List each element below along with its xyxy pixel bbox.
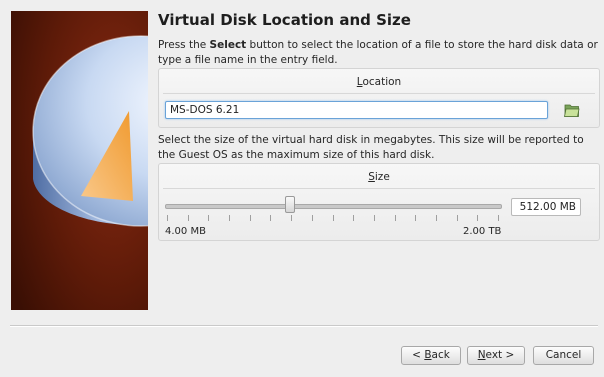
hard-disk-illustration	[11, 11, 148, 310]
page-title: Virtual Disk Location and Size	[158, 11, 411, 29]
cancel-button[interactable]: Cancel	[533, 346, 594, 365]
button-bar-divider	[10, 325, 598, 327]
location-header-divider	[163, 93, 595, 94]
slider-tick	[270, 215, 272, 221]
slider-tick	[394, 215, 396, 221]
next-button-suffix: ext >	[485, 349, 515, 361]
slider-tick	[167, 215, 168, 221]
size-group-header: Size	[159, 171, 599, 183]
size-min-label: 4.00 MB	[165, 226, 206, 237]
size-value-field[interactable]: 512.00 MB	[511, 198, 581, 216]
slider-tick	[208, 215, 210, 221]
size-max-label: 2.00 TB	[463, 226, 502, 237]
size-header-suffix: ize	[374, 171, 390, 183]
size-description: Select the size of the virtual hard disk…	[158, 134, 584, 161]
back-button-suffix: ack	[431, 349, 450, 361]
size-slider-handle[interactable]	[284, 196, 295, 213]
slider-tick	[353, 215, 355, 221]
slider-tick	[373, 215, 375, 221]
slider-tick	[477, 215, 479, 221]
back-button-prefix: <	[412, 349, 425, 361]
next-button[interactable]: Next >	[467, 346, 525, 365]
intro-bold: Select	[209, 39, 247, 51]
intro-text: Press the Select button to select the lo…	[158, 38, 598, 68]
location-group-header: Location	[159, 76, 599, 88]
back-button-accel: B	[424, 349, 432, 361]
intro-prefix: Press the	[158, 39, 210, 51]
slider-tick	[187, 215, 189, 221]
folder-open-icon	[564, 104, 580, 117]
slider-tick	[229, 215, 231, 221]
slider-tick	[332, 215, 334, 221]
slider-tick	[415, 215, 417, 221]
size-header-accel: S	[368, 171, 375, 183]
wizard-side-image	[11, 11, 148, 310]
next-button-accel: N	[477, 349, 486, 361]
location-input[interactable]	[165, 101, 548, 119]
location-header-suffix: ocation	[362, 76, 402, 88]
size-header-divider	[163, 188, 595, 189]
slider-tick	[435, 215, 437, 221]
size-group: Size 512.00 MB 4.00 MB 2.00 TB	[158, 163, 600, 241]
slider-tick	[249, 215, 251, 221]
size-slider-track[interactable]	[165, 204, 502, 209]
slider-tick	[498, 215, 499, 221]
location-group: Location	[158, 68, 600, 128]
slider-tick	[291, 215, 293, 221]
select-location-button[interactable]	[563, 101, 581, 119]
slider-tick	[311, 215, 313, 221]
back-button[interactable]: < Back	[401, 346, 461, 365]
slider-tick	[456, 215, 458, 221]
